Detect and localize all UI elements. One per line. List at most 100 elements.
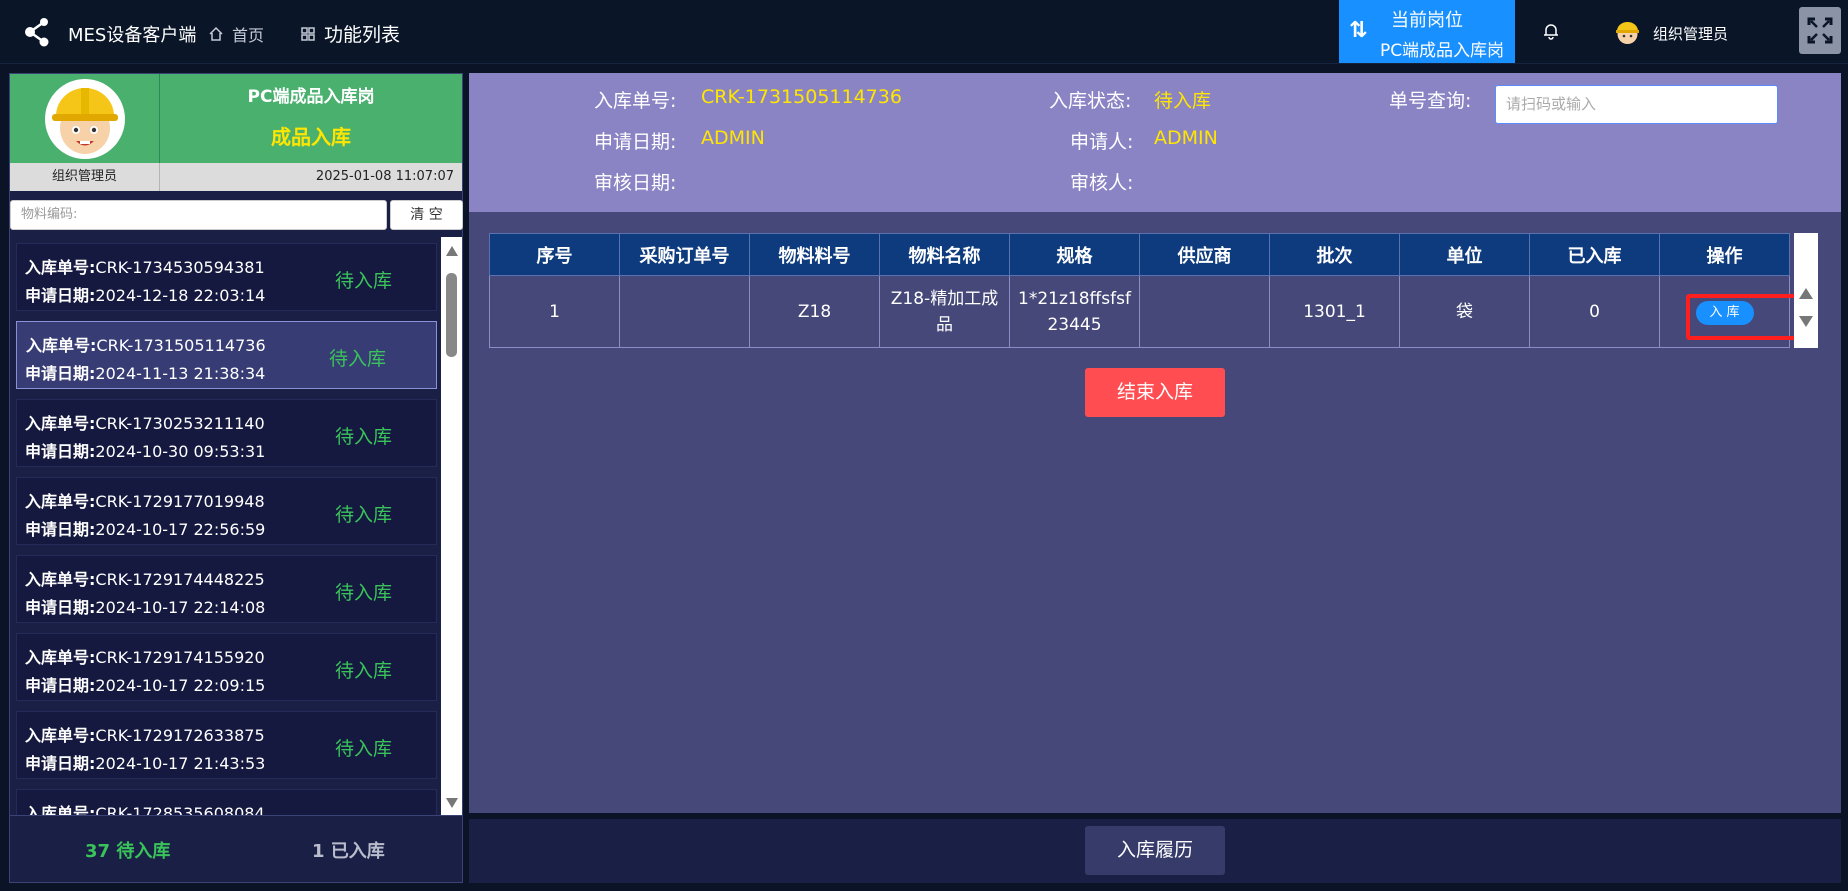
order-card[interactable]: 入库单号:CRK-1729174155920 申请日期:2024-10-17 22… xyxy=(16,633,437,701)
current-station-button[interactable]: ⇅ 当前岗位 PC端成品入库岗 xyxy=(1339,0,1515,63)
share-logo-icon xyxy=(25,18,49,47)
scroll-up-icon[interactable] xyxy=(446,246,458,256)
order-no: 入库单号:CRK-1729174448225 xyxy=(25,566,265,590)
apply-date: 申请日期:2024-10-17 22:56:59 xyxy=(25,516,265,540)
order-card[interactable]: 入库单号:CRK-1729177019948 申请日期:2024-10-17 22… xyxy=(16,477,437,545)
pending-count-tab[interactable]: 37 待入库 xyxy=(85,837,170,863)
nav-home[interactable]: 首页 xyxy=(208,22,264,46)
order-no-label: 入库单号: xyxy=(25,414,96,433)
scroll-thumb[interactable] xyxy=(446,273,457,357)
grid-icon xyxy=(301,26,315,41)
user-name[interactable]: 组织管理员 xyxy=(1653,23,1728,44)
order-no-label: 入库单号: xyxy=(25,492,96,511)
order-card[interactable]: 入库单号:CRK-1734530594381 申请日期:2024-12-18 22… xyxy=(16,243,437,311)
fullscreen-button[interactable] xyxy=(1799,7,1841,54)
nav-functions-label: 功能列表 xyxy=(324,24,401,46)
clear-button[interactable]: 清 空 xyxy=(390,200,463,230)
th-name: 物料名称 xyxy=(879,233,1010,276)
hero-info-strip: 组织管理员 2025-01-08 11:07:07 xyxy=(10,163,462,191)
order-card[interactable]: 入库单号:CRK-1729172633875 申请日期:2024-10-17 21… xyxy=(16,711,437,779)
order-card[interactable]: 入库单号:CRK-1731505114736 申请日期:2024-11-13 21… xyxy=(16,321,437,389)
order-no-value: CRK-1729177019948 xyxy=(95,492,265,511)
list-summary: 37 待入库 1 已入库 xyxy=(10,815,462,882)
bell-icon[interactable] xyxy=(1541,21,1561,41)
highlight-box xyxy=(1686,294,1798,340)
apply-date-label: 申请日期: xyxy=(25,520,96,539)
user-avatar[interactable] xyxy=(1614,19,1641,46)
apply-date-label: 申请日期: xyxy=(25,598,96,617)
top-bar: MES设备客户端 首页 功能列表 ⇅ 当前岗位 PC端成品入库岗 组织管理员 xyxy=(0,0,1848,64)
apply-date: 申请日期:2024-12-18 22:03:14 xyxy=(25,282,265,306)
order-no-label: 入库单号: xyxy=(594,90,677,112)
station-label: 当前岗位 xyxy=(1391,10,1463,31)
order-no: 入库单号:CRK-1734530594381 xyxy=(25,254,265,278)
table-scroll-up-icon[interactable] xyxy=(1799,288,1813,299)
order-no-value: CRK-1729174155920 xyxy=(95,648,265,667)
order-no-value: CRK-1734530594381 xyxy=(95,258,265,277)
order-status: 待入库 xyxy=(335,426,393,448)
status-value: 待入库 xyxy=(1154,90,1212,112)
cell-spec: 1*21z18ffsfsf23445 xyxy=(1009,275,1140,348)
order-status: 待入库 xyxy=(335,660,393,682)
query-label: 单号查询: xyxy=(1389,90,1472,112)
order-no-label: 入库单号: xyxy=(25,648,96,667)
nav-functions[interactable]: 功能列表 xyxy=(300,20,400,47)
applicant-value: ADMIN xyxy=(1154,127,1218,149)
scroll-down-icon[interactable] xyxy=(446,798,458,808)
table-header-row: 序号 采购订单号 物料料号 物料名称 规格 供应商 批次 单位 已入库 操作 xyxy=(489,233,1790,276)
order-status: 待入库 xyxy=(335,504,393,526)
apply-date: 申请日期:2024-10-17 21:43:53 xyxy=(25,750,265,774)
th-batch: 批次 xyxy=(1269,233,1400,276)
order-no-label: 入库单号: xyxy=(25,726,96,745)
order-no: 入库单号:CRK-1730253211140 xyxy=(25,410,265,434)
table-scroll-down-icon[interactable] xyxy=(1799,316,1813,327)
order-list: 入库单号:CRK-1734530594381 申请日期:2024-12-18 22… xyxy=(10,237,462,815)
worker-avatar-box xyxy=(10,74,160,163)
cell-part-no: Z18 xyxy=(749,275,880,348)
order-card[interactable]: 入库单号:CRK-1729174448225 申请日期:2024-10-17 22… xyxy=(16,555,437,623)
apply-date-label: 申请日期: xyxy=(594,131,677,153)
apply-date-value: ADMIN xyxy=(701,127,765,149)
th-spec: 规格 xyxy=(1009,233,1140,276)
order-no-value: CRK-1730253211140 xyxy=(95,414,265,433)
cell-po xyxy=(619,275,750,348)
th-supplier: 供应商 xyxy=(1139,233,1270,276)
order-status: 待入库 xyxy=(335,270,393,292)
apply-date-value: 2024-10-17 21:43:53 xyxy=(95,754,266,773)
th-action: 操作 xyxy=(1659,233,1790,276)
cell-name: Z18-精加工成品 xyxy=(879,275,1010,348)
apply-date-label: 申请日期: xyxy=(25,676,96,695)
apply-date-label: 申请日期: xyxy=(25,364,96,383)
material-code-input[interactable]: 物料编码: xyxy=(10,200,387,230)
order-query-input[interactable]: 请扫码或输入 xyxy=(1495,85,1778,124)
table-scrollbar[interactable] xyxy=(1794,233,1818,348)
end-stock-in-button[interactable]: 结束入库 xyxy=(1085,368,1225,417)
order-no-value: CRK-1728535608084 xyxy=(95,804,265,815)
order-card[interactable]: 入库单号:CRK-1730253211140 申请日期:2024-10-30 09… xyxy=(16,399,437,467)
review-date-label: 审核日期: xyxy=(594,172,677,194)
apply-date-value: 2024-10-17 22:09:15 xyxy=(95,676,266,695)
order-card[interactable]: 入库单号:CRK-1728535608084申请日期:待入库 xyxy=(16,789,437,815)
order-list-scrollbar[interactable] xyxy=(441,237,462,815)
order-no-value: CRK-1731505114736 xyxy=(701,86,902,108)
applicant-label: 申请人: xyxy=(1070,131,1134,153)
hero-user: 组织管理员 xyxy=(10,163,160,191)
order-no-value: CRK-1729174448225 xyxy=(95,570,265,589)
home-icon xyxy=(209,26,223,41)
order-status: 待入库 xyxy=(329,348,387,370)
order-detail-panel: 入库单号: CRK-1731505114736 入库状态: 待入库 单号查询: … xyxy=(469,73,1841,813)
apply-date-value: 2024-10-17 22:56:59 xyxy=(95,520,266,539)
th-part-no: 物料料号 xyxy=(749,233,880,276)
apply-date: 申请日期:2024-10-17 22:09:15 xyxy=(25,672,265,696)
status-label: 入库状态: xyxy=(1049,90,1132,112)
order-status: 待入库 xyxy=(335,738,393,760)
apply-date: 申请日期:2024-11-13 21:38:34 xyxy=(25,360,265,384)
stock-in-history-button[interactable]: 入库履历 xyxy=(1085,826,1225,875)
stocked-count-tab[interactable]: 1 已入库 xyxy=(312,837,385,863)
hero-datetime: 2025-01-08 11:07:07 xyxy=(315,169,454,184)
order-no: 入库单号:CRK-1729177019948 xyxy=(25,488,265,512)
order-info: 入库单号: CRK-1731505114736 入库状态: 待入库 单号查询: … xyxy=(469,73,1841,212)
th-index: 序号 xyxy=(489,233,620,276)
cell-unit: 袋 xyxy=(1399,275,1530,348)
cell-stocked: 0 xyxy=(1529,275,1660,348)
